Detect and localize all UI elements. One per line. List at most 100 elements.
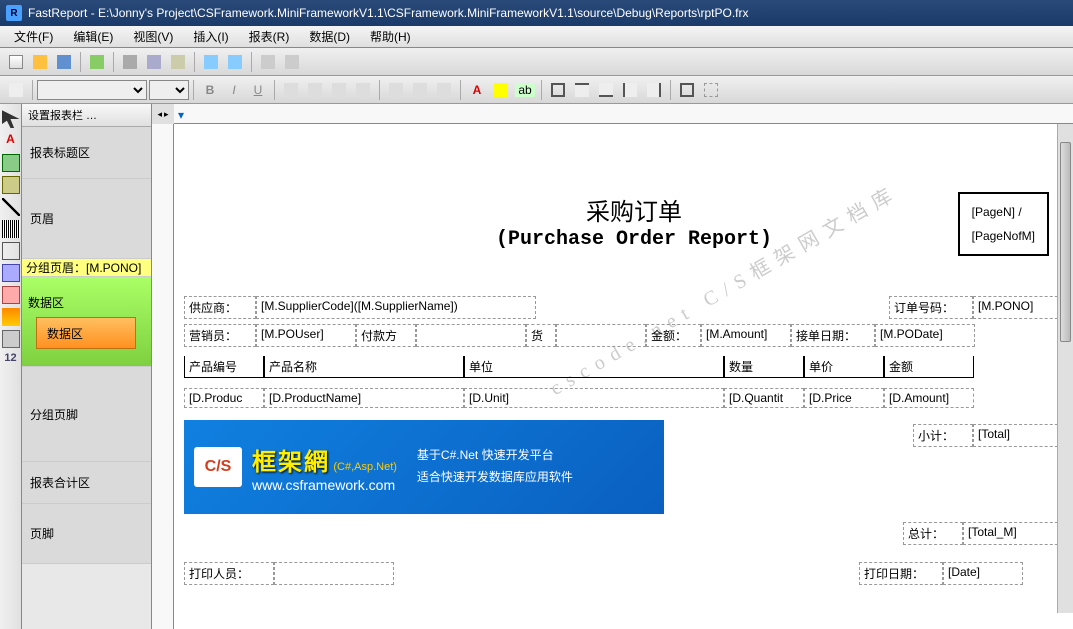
report-title-en[interactable]: (Purchase Order Report) (404, 228, 864, 251)
highlight-icon: ab (515, 83, 534, 97)
preview-button[interactable] (86, 51, 108, 73)
style-button[interactable] (5, 79, 27, 101)
amount-label[interactable]: 金额： (646, 324, 701, 347)
td-unit[interactable]: [D.Unit] (464, 388, 724, 408)
chart-tool[interactable] (2, 308, 20, 326)
highlight-button[interactable]: ab (514, 79, 536, 101)
scroll-thumb[interactable] (1060, 142, 1071, 342)
pay-label[interactable]: 付款方 (356, 324, 416, 347)
band-panel-header[interactable]: 设置报表栏 … (22, 104, 151, 127)
italic-button[interactable]: I (223, 79, 245, 101)
menu-file[interactable]: 文件(F) (4, 26, 63, 47)
align-left-button[interactable] (280, 79, 302, 101)
font-size-select[interactable] (149, 80, 189, 100)
arrow-left-icon[interactable]: ◂ (157, 109, 162, 120)
new-button[interactable] (5, 51, 27, 73)
fill-color-button[interactable] (490, 79, 512, 101)
border-button[interactable] (547, 79, 569, 101)
table-header[interactable]: 产品编号 产品名称 单位 数量 单价 金额 (184, 356, 1064, 378)
report-title-cn[interactable]: 采购订单 (454, 192, 814, 227)
undo-button[interactable] (200, 51, 222, 73)
band-report-summary[interactable]: 报表合计区 (22, 462, 151, 504)
po-val[interactable]: [M.PONO] (973, 296, 1063, 319)
menu-data[interactable]: 数据(D) (299, 26, 360, 47)
td-amount[interactable]: [D.Amount] (884, 388, 974, 408)
pointer-tool[interactable] (2, 110, 20, 128)
align-justify-button[interactable] (352, 79, 374, 101)
subtotal-val[interactable]: [Total] (973, 424, 1063, 447)
open-button[interactable] (29, 51, 51, 73)
subtotal-label[interactable]: 小计： (913, 424, 973, 447)
line-tool[interactable] (2, 198, 20, 216)
border-left-button[interactable] (619, 79, 641, 101)
menu-insert[interactable]: 插入(I) (183, 26, 238, 47)
copy-button[interactable] (143, 51, 165, 73)
menu-report[interactable]: 报表(R) (239, 26, 300, 47)
border-bottom-button[interactable] (595, 79, 617, 101)
band-group-header[interactable]: 分组页眉：[M.PONO] (22, 259, 151, 277)
td-qty[interactable]: [D.Quantit (724, 388, 804, 408)
supplier-label[interactable]: 供应商： (184, 296, 256, 319)
amount-val[interactable]: [M.Amount] (701, 324, 791, 347)
valign-middle-button[interactable] (409, 79, 431, 101)
band-data-outer[interactable]: 数据区 数据区 (22, 277, 151, 367)
page-number-box[interactable]: [PageN] / [PageNofM] (958, 192, 1049, 256)
td-price[interactable]: [D.Price (804, 388, 884, 408)
td-code[interactable]: [D.Produc (184, 388, 264, 408)
paste-button[interactable] (167, 51, 189, 73)
picture-tool[interactable] (2, 154, 20, 172)
text-tool[interactable]: A (2, 132, 20, 150)
underline-button[interactable]: U (247, 79, 269, 101)
menu-view[interactable]: 视图(V) (123, 26, 183, 47)
save-button[interactable] (53, 51, 75, 73)
font-color-button[interactable]: A (466, 79, 488, 101)
menu-edit[interactable]: 编辑(E) (63, 26, 123, 47)
checkbox-tool[interactable] (2, 242, 20, 260)
total-val[interactable]: [Total_M] (963, 522, 1063, 545)
border-all-button[interactable] (676, 79, 698, 101)
sales-label[interactable]: 营销员： (184, 324, 256, 347)
table-tool[interactable] (2, 264, 20, 282)
valign-bottom-button[interactable] (433, 79, 455, 101)
align-center-button[interactable] (304, 79, 326, 101)
currency-label[interactable]: 货 (526, 324, 556, 347)
total-label[interactable]: 总计： (903, 522, 963, 545)
supplier-val[interactable]: [M.SupplierCode]([M.SupplierName]) (256, 296, 536, 319)
accept-date-val[interactable]: [M.PODate] (875, 324, 975, 347)
report-page[interactable]: cscode.net C/S框架网文档库 采购订单 (Purchase Orde… (174, 124, 1073, 629)
accept-date-label[interactable]: 接单日期： (791, 324, 875, 347)
subreport-tool[interactable] (2, 330, 20, 348)
font-family-select[interactable] (37, 80, 147, 100)
scrollbar-vertical[interactable] (1057, 124, 1073, 613)
align-right-button[interactable] (328, 79, 350, 101)
table-data-row[interactable]: [D.Produc [D.ProductName] [D.Unit] [D.Qu… (184, 388, 1064, 408)
border-none-button[interactable] (700, 79, 722, 101)
menu-help[interactable]: 帮助(H) (360, 26, 421, 47)
page-tool[interactable]: 12 (2, 352, 20, 370)
band-page-footer[interactable]: 页脚 (22, 504, 151, 564)
printer-label[interactable]: 打印人员： (184, 562, 274, 585)
print-date-label[interactable]: 打印日期： (859, 562, 943, 585)
arrow-right-icon[interactable]: ▸ (164, 109, 169, 120)
ruler-horizontal[interactable]: ▾ (174, 104, 1073, 124)
group-button[interactable] (257, 51, 279, 73)
po-label[interactable]: 订单号码： (889, 296, 973, 319)
print-date-val[interactable]: [Date] (943, 562, 1023, 585)
band-data-inner[interactable]: 数据区 (36, 317, 136, 349)
border-top-button[interactable] (571, 79, 593, 101)
ruler-vertical[interactable] (152, 124, 174, 629)
matrix-tool[interactable] (2, 286, 20, 304)
border-right-button[interactable] (643, 79, 665, 101)
shape-tool[interactable] (2, 176, 20, 194)
td-name[interactable]: [D.ProductName] (264, 388, 464, 408)
cut-button[interactable] (119, 51, 141, 73)
band-page-header[interactable]: 页眉 (22, 179, 151, 259)
sales-val[interactable]: [M.POUser] (256, 324, 356, 347)
redo-button[interactable] (224, 51, 246, 73)
band-group-footer[interactable]: 分组页脚 (22, 367, 151, 462)
bold-button[interactable]: B (199, 79, 221, 101)
ungroup-button[interactable] (281, 51, 303, 73)
valign-top-button[interactable] (385, 79, 407, 101)
band-report-title[interactable]: 报表标题区 (22, 127, 151, 179)
barcode-tool[interactable] (2, 220, 20, 238)
